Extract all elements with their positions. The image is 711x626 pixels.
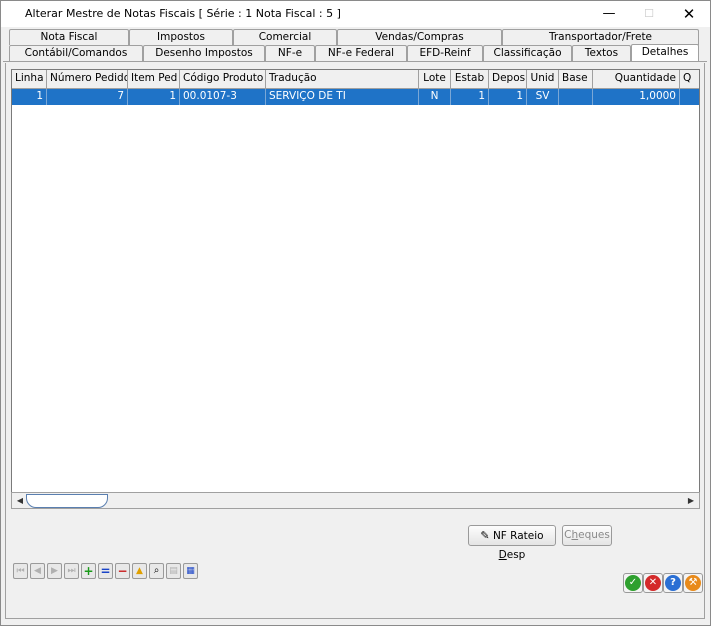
items-grid[interactable]: Linha Número Pedido Item Ped Código Prod… xyxy=(11,69,700,509)
post-record-icon[interactable]: ▲ xyxy=(132,563,147,579)
cell-item-ped[interactable]: 1 xyxy=(128,89,180,105)
grid-header: Linha Número Pedido Item Ped Código Prod… xyxy=(12,70,699,89)
maximize-button[interactable]: ☐ xyxy=(627,1,671,27)
minimize-button[interactable]: — xyxy=(587,1,631,27)
print-icon[interactable]: ▤ xyxy=(166,563,181,579)
tab-detalhes[interactable]: Detalhes xyxy=(631,44,699,62)
tab-vendas-compras[interactable]: Vendas/Compras xyxy=(337,29,502,45)
search-icon[interactable]: ⌕ xyxy=(149,563,164,579)
col-unid[interactable]: Unid xyxy=(527,70,559,88)
nf-rateio-desp-button[interactable]: ✎ NF Rateio Desp xyxy=(468,525,556,561)
col-q[interactable]: Q xyxy=(680,70,699,88)
close-button[interactable]: ✕ xyxy=(667,1,711,27)
tab-divider xyxy=(3,61,707,62)
tab-row-2: Contábil/Comandos Desenho Impostos NF-e … xyxy=(9,44,699,62)
last-record-icon[interactable]: ⏭ xyxy=(64,563,79,579)
col-linha[interactable]: Linha xyxy=(12,70,47,88)
col-numero-pedido[interactable]: Número Pedido xyxy=(47,70,128,88)
cell-lote[interactable]: N xyxy=(419,89,451,105)
col-lote[interactable]: Lote xyxy=(419,70,451,88)
cell-linha[interactable]: 1 xyxy=(12,89,47,105)
tab-nfe-federal[interactable]: NF-e Federal xyxy=(315,45,407,61)
tab-comercial[interactable]: Comercial xyxy=(233,29,337,45)
col-depos[interactable]: Depos xyxy=(489,70,527,88)
tab-efd-reinf[interactable]: EFD-Reinf xyxy=(407,45,483,61)
edit-record-icon[interactable]: = xyxy=(98,563,113,579)
rateio-label-accel: D xyxy=(498,549,507,561)
wrench-icon: ⚒ xyxy=(685,575,701,591)
cheques-label-post: eques xyxy=(578,529,610,541)
col-estab[interactable]: Estab xyxy=(451,70,489,88)
col-codigo-produto[interactable]: Código Produto xyxy=(180,70,266,88)
check-icon: ✓ xyxy=(625,575,641,591)
col-item-ped[interactable]: Item Ped xyxy=(128,70,180,88)
horizontal-scrollbar[interactable]: ◀ ▶ xyxy=(11,492,700,509)
cell-codigo-produto[interactable]: 00.0107-3 xyxy=(180,89,266,105)
tab-contabil-comandos[interactable]: Contábil/Comandos xyxy=(9,45,143,61)
tab-classificacao[interactable]: Classificação xyxy=(483,45,572,61)
cell-estab[interactable]: 1 xyxy=(451,89,489,105)
col-traducao[interactable]: Tradução xyxy=(266,70,419,88)
scroll-right-icon[interactable]: ▶ xyxy=(683,493,699,508)
tab-nota-fiscal[interactable]: Nota Fiscal xyxy=(9,29,129,45)
title-bar: Alterar Mestre de Notas Fiscais [ Série … xyxy=(1,1,710,27)
cell-quantidade[interactable]: 1,0000 xyxy=(593,89,680,105)
first-record-icon[interactable]: ⏮ xyxy=(13,563,28,579)
cell-traducao[interactable]: SERVIÇO DE TI xyxy=(266,89,419,105)
rateio-label-pre: NF Rateio xyxy=(492,530,544,542)
main-window: Alterar Mestre de Notas Fiscais [ Série … xyxy=(0,0,711,626)
col-quantidade[interactable]: Quantidade xyxy=(593,70,680,88)
cell-q[interactable] xyxy=(680,89,699,105)
cell-depos[interactable]: 1 xyxy=(489,89,527,105)
cell-base[interactable] xyxy=(559,89,593,105)
cell-numero-pedido[interactable]: 7 xyxy=(47,89,128,105)
scroll-thumb[interactable] xyxy=(26,494,108,508)
cancel-icon: ✕ xyxy=(645,575,661,591)
rateio-icon: ✎ xyxy=(480,529,490,542)
col-base[interactable]: Base xyxy=(559,70,593,88)
window-title: Alterar Mestre de Notas Fiscais [ Série … xyxy=(25,7,341,20)
tab-desenho-impostos[interactable]: Desenho Impostos xyxy=(143,45,265,61)
help-icon: ? xyxy=(665,575,681,591)
delete-record-icon[interactable]: − xyxy=(115,563,130,579)
prior-record-icon[interactable]: ◀ xyxy=(30,563,45,579)
insert-record-icon[interactable]: + xyxy=(81,563,96,579)
detalhes-panel: Linha Número Pedido Item Ped Código Prod… xyxy=(5,63,705,619)
cheques-button[interactable]: Cheques xyxy=(562,525,612,546)
tab-nfe[interactable]: NF-e xyxy=(265,45,315,61)
cell-unid[interactable]: SV xyxy=(527,89,559,105)
tab-impostos[interactable]: Impostos xyxy=(129,29,233,45)
grid-options-icon[interactable]: ▦ xyxy=(183,563,198,579)
tab-textos[interactable]: Textos xyxy=(572,45,631,61)
tab-row-1: Nota Fiscal Impostos Comercial Vendas/Co… xyxy=(9,29,699,45)
tab-transportador-frete[interactable]: Transportador/Frete xyxy=(502,29,699,45)
rateio-label-post: esp xyxy=(506,549,526,561)
table-row[interactable]: 1 7 1 00.0107-3 SERVIÇO DE TI N 1 1 SV 1… xyxy=(12,89,699,105)
next-record-icon[interactable]: ▶ xyxy=(47,563,62,579)
